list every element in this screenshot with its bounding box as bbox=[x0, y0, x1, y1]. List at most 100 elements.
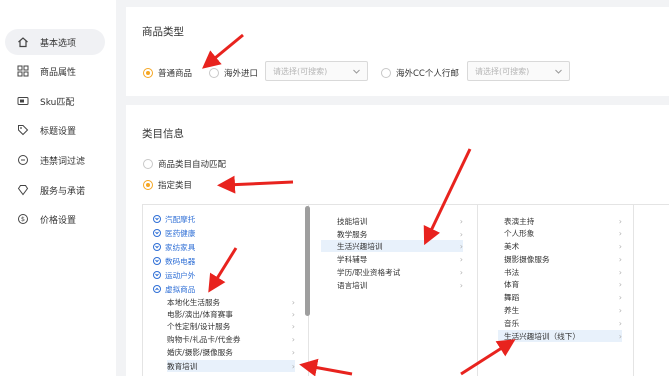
radio-specify-category[interactable]: 指定类目 bbox=[143, 179, 192, 191]
diamond-icon bbox=[17, 184, 29, 196]
dollar-icon: $ bbox=[17, 213, 29, 225]
category-label: 书法 bbox=[504, 267, 520, 277]
sidebar-item-price-settings[interactable]: $ 价格设置 bbox=[5, 206, 105, 232]
category-column-3: 表演主持 › 个人形象 › 美术 › 摄影摄像服务 › 书法 › 体育 › 舞蹈 › 养生 › … bbox=[478, 205, 634, 376]
category-subitem[interactable]: 个性定制/设计服务 › bbox=[167, 320, 295, 332]
chevron-right-icon: › bbox=[618, 242, 622, 251]
category-label: 本地化生活服务 bbox=[167, 297, 221, 307]
chevron-right-icon: › bbox=[618, 268, 622, 277]
chevron-right-icon: › bbox=[618, 293, 622, 302]
category-subitem[interactable]: 购物卡/礼品卡/代金券 › bbox=[167, 333, 295, 345]
category-item[interactable]: 技能培训 › bbox=[337, 215, 463, 227]
category-item[interactable]: 摄影摄像服务 › bbox=[504, 253, 622, 265]
category-label: 舞蹈 bbox=[504, 292, 520, 302]
category-subitem[interactable]: 电影/演出/体育赛事 › bbox=[167, 308, 295, 320]
category-item[interactable]: 汽配摩托 bbox=[153, 213, 195, 225]
category-picker: 汽配摩托 医药健康 家纺家具 数码电器 运动户外 教育培训虚拟商品 本地化生活服… bbox=[142, 204, 669, 376]
category-label: 语言培训 bbox=[337, 280, 368, 290]
sidebar-item-label: 服务与承诺 bbox=[40, 186, 86, 197]
category-label: 技能培训 bbox=[337, 216, 368, 226]
category-label: 医药健康 bbox=[165, 228, 196, 238]
category-label: 购物卡/礼品卡/代金券 bbox=[167, 334, 241, 344]
chevron-right-icon: › bbox=[618, 319, 622, 328]
category-label: 表演主持 bbox=[504, 216, 535, 226]
category-label: 家纺家具 bbox=[165, 242, 196, 252]
sidebar-item-label: 标题设置 bbox=[40, 126, 77, 137]
svg-text:$: $ bbox=[21, 215, 25, 223]
category-item[interactable]: 学科辅导 › bbox=[337, 253, 463, 265]
sidebar-item-label: 商品属性 bbox=[40, 67, 77, 78]
category-item[interactable]: 学历/职业资格考试 › bbox=[337, 266, 463, 278]
sidebar-item-product-attributes[interactable]: 商品属性 bbox=[5, 58, 105, 84]
radio-overseas-cc[interactable]: 海外CC个人行邮 bbox=[381, 67, 459, 79]
category-item[interactable]: 医药健康 bbox=[153, 227, 195, 239]
radio-label: 海外CC个人行邮 bbox=[396, 69, 459, 79]
category-item-selected[interactable]: 生活兴趣培训（线下） › bbox=[498, 330, 622, 342]
category-label: 生活兴趣培训 bbox=[337, 241, 383, 251]
category-label: 个性定制/设计服务 bbox=[167, 321, 231, 331]
category-item[interactable]: 体育 › bbox=[504, 278, 622, 290]
radio-normal-product[interactable]: 普通商品 bbox=[143, 67, 192, 79]
chevron-right-icon: › bbox=[618, 280, 622, 289]
category-item[interactable]: 教学服务 › bbox=[337, 228, 463, 240]
category-title: 类目信息 bbox=[142, 128, 184, 140]
category-column-1: 汽配摩托 医药健康 家纺家具 数码电器 运动户外 教育培训虚拟商品 本地化生活服… bbox=[143, 205, 309, 376]
chevron-right-icon: › bbox=[459, 230, 463, 239]
expand-circle-icon bbox=[153, 271, 161, 279]
radio-dot bbox=[209, 68, 219, 78]
scrollbar-thumb[interactable] bbox=[305, 206, 310, 316]
chevron-right-icon: › bbox=[459, 281, 463, 290]
chevron-right-icon: › bbox=[291, 298, 295, 307]
sidebar-item-banned-words[interactable]: 违禁词过滤 bbox=[5, 147, 105, 173]
sidebar-item-title-settings[interactable]: 标题设置 bbox=[5, 117, 105, 143]
chevron-right-icon: › bbox=[459, 242, 463, 251]
category-item[interactable]: 个人形象 › bbox=[504, 227, 622, 239]
category-label: 教育培训 bbox=[167, 361, 198, 371]
category-subitem[interactable]: 婚庆/摄影/摄像服务 › bbox=[167, 346, 295, 358]
grid-icon bbox=[17, 65, 29, 77]
category-item[interactable]: 养生 › bbox=[504, 304, 622, 316]
category-item[interactable]: 教育培训虚拟商品 bbox=[153, 283, 195, 295]
category-item-selected[interactable]: 生活兴趣培训 › bbox=[321, 240, 463, 252]
category-item[interactable]: 家纺家具 bbox=[153, 241, 195, 253]
radio-overseas-import[interactable]: 海外进口 bbox=[209, 67, 258, 79]
category-item[interactable]: 舞蹈 › bbox=[504, 291, 622, 303]
expand-circle-icon bbox=[153, 243, 161, 251]
radio-label: 指定类目 bbox=[158, 181, 193, 191]
category-label: 体育 bbox=[504, 279, 520, 289]
sidebar-item-sku-match[interactable]: Sku匹配 bbox=[5, 88, 105, 114]
collapse-circle-icon bbox=[153, 285, 161, 293]
category-subitem-selected[interactable]: 教育培训 › bbox=[167, 360, 295, 372]
sidebar-item-service-promise[interactable]: 服务与承诺 bbox=[5, 177, 105, 203]
category-item[interactable]: 美术 › bbox=[504, 240, 622, 252]
select-placeholder: 请选择(可搜索) bbox=[475, 66, 530, 76]
card-icon bbox=[17, 95, 29, 107]
category-label: 美术 bbox=[504, 241, 520, 251]
category-item[interactable]: 数码电器 bbox=[153, 255, 195, 267]
category-label: 生活兴趣培训（线下） bbox=[504, 331, 580, 341]
radio-label: 海外进口 bbox=[224, 69, 259, 79]
radio-label: 商品类目自动匹配 bbox=[158, 160, 227, 170]
category-label: 运动户外 bbox=[165, 270, 196, 280]
circle-icon bbox=[17, 154, 29, 166]
radio-dot bbox=[143, 159, 153, 169]
overseas-import-select[interactable]: 请选择(可搜索) bbox=[265, 61, 368, 81]
category-item[interactable]: 运动户外 bbox=[153, 269, 195, 281]
sidebar-item-label: Sku匹配 bbox=[40, 97, 75, 108]
category-column-2: 技能培训 › 教学服务 › 生活兴趣培训 › 学科辅导 › 学历/职业资格考试 › 语言培… bbox=[309, 205, 478, 376]
category-item[interactable]: 语言培训 › bbox=[337, 279, 463, 291]
category-label: 数码电器 bbox=[165, 256, 196, 266]
category-label: 音乐 bbox=[504, 318, 520, 328]
chevron-right-icon: › bbox=[291, 335, 295, 344]
category-item[interactable]: 书法 › bbox=[504, 266, 622, 278]
radio-auto-match[interactable]: 商品类目自动匹配 bbox=[143, 158, 226, 170]
tag-icon bbox=[17, 124, 29, 136]
chevron-right-icon: › bbox=[618, 306, 622, 315]
overseas-cc-select[interactable]: 请选择(可搜索) bbox=[467, 61, 570, 81]
category-item[interactable]: 表演主持 › bbox=[504, 215, 622, 227]
category-subitem[interactable]: 本地化生活服务 › bbox=[167, 296, 295, 308]
sidebar-item-basic-options[interactable]: 基本选项 bbox=[5, 29, 105, 55]
category-item[interactable]: 音乐 › bbox=[504, 317, 622, 329]
chevron-right-icon: › bbox=[291, 348, 295, 357]
product-type-title: 商品类型 bbox=[142, 26, 184, 38]
